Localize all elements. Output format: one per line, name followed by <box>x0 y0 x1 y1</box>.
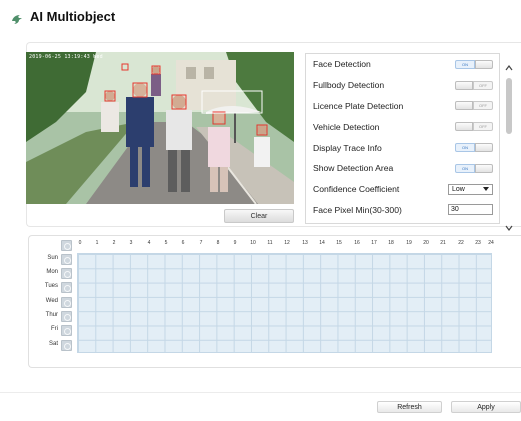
hour-label: 19 <box>406 240 412 246</box>
day-label-tues: Tues <box>44 283 58 289</box>
hour-label: 16 <box>354 240 360 246</box>
toggle-state-text: OFF <box>479 82 487 88</box>
dolphin-logo-icon <box>12 15 22 24</box>
hour-label: 7 <box>199 240 203 246</box>
setting-licence-plate-detection: Licence Plate Detection OFF <box>306 96 499 117</box>
hour-label: 18 <box>388 240 394 246</box>
detection-settings-list: Face Detection ON Fullbody Detection OFF… <box>305 53 500 224</box>
confidence-coefficient-value: Low <box>452 185 465 193</box>
select-all-icon[interactable] <box>61 240 72 251</box>
page-title: AI Multiobject <box>30 8 116 24</box>
select-day-icon-sat[interactable] <box>61 340 72 351</box>
show-detection-area-toggle[interactable]: ON <box>455 163 493 173</box>
display-trace-info-toggle[interactable]: ON <box>455 143 493 153</box>
hour-label: 22 <box>458 240 464 246</box>
fullbody-detection-toggle[interactable]: OFF <box>455 80 493 90</box>
clear-button[interactable]: Clear <box>224 209 294 223</box>
select-day-icon-sun[interactable] <box>61 254 72 265</box>
page-header: AI Multiobject <box>10 6 115 26</box>
footer-divider <box>0 392 521 393</box>
confidence-coefficient-label: Confidence Coefficient <box>313 184 400 195</box>
hour-label: 5 <box>164 240 168 246</box>
chevron-down-icon <box>483 187 489 192</box>
hour-label: 6 <box>181 240 185 246</box>
select-day-icon-fri[interactable] <box>61 325 72 336</box>
refresh-button[interactable]: Refresh <box>377 401 442 413</box>
hour-label: 9 <box>233 240 237 246</box>
apply-button[interactable]: Apply <box>451 401 521 413</box>
setting-face-detection: Face Detection ON <box>306 54 499 75</box>
hour-label: 3 <box>129 240 133 246</box>
hour-label: 11 <box>267 240 273 246</box>
licence-plate-detection-label: Licence Plate Detection <box>313 100 404 111</box>
setting-fullbody-detection: Fullbody Detection OFF <box>306 75 499 96</box>
display-trace-info-label: Display Trace Info <box>313 142 382 153</box>
fullbody-detection-label: Fullbody Detection <box>313 80 385 91</box>
scrollbar-thumb[interactable] <box>506 78 512 134</box>
chevron-up-icon[interactable] <box>505 64 513 72</box>
hour-label: 15 <box>336 240 342 246</box>
hour-label: 24 <box>488 240 494 246</box>
toggle-state-text: ON <box>462 165 468 171</box>
hour-label: 21 <box>440 240 446 246</box>
setting-confidence-coefficient: Confidence Coefficient Low <box>306 179 499 200</box>
select-day-icon-wed[interactable] <box>61 297 72 308</box>
hour-label: 13 <box>302 240 308 246</box>
face-pixel-min-input[interactable] <box>448 204 493 216</box>
chevron-down-icon[interactable] <box>505 224 513 232</box>
settings-scrollbar[interactable] <box>503 60 515 231</box>
setting-vehicle-detection: Vehicle Detection OFF <box>306 116 499 137</box>
select-day-icon-thur[interactable] <box>61 311 72 322</box>
select-day-icon-mon[interactable] <box>61 268 72 279</box>
face-detection-label: Face Detection <box>313 59 371 70</box>
licence-plate-detection-toggle[interactable]: OFF <box>455 101 493 111</box>
vehicle-detection-toggle[interactable]: OFF <box>455 122 493 132</box>
show-detection-area-label: Show Detection Area <box>313 163 394 174</box>
select-day-icon-tues[interactable] <box>61 282 72 293</box>
schedule-grid[interactable] <box>77 253 492 353</box>
hour-label: 8 <box>216 240 220 246</box>
toggle-state-text: ON <box>462 61 468 67</box>
face-detection-toggle[interactable]: ON <box>455 59 493 69</box>
hour-label: 12 <box>284 240 290 246</box>
video-timestamp: 2019-06-25 13:19:43 Wed <box>29 54 103 60</box>
hour-label: 2 <box>112 240 116 246</box>
setting-face-pixel-min: Face Pixel Min(30-300) <box>306 200 499 221</box>
hour-label: 4 <box>147 240 151 246</box>
day-label-wed: Wed <box>45 298 58 304</box>
face-pixel-min-label: Face Pixel Min(30-300) <box>313 204 402 215</box>
hour-label: 23 <box>475 240 481 246</box>
day-label-sat: Sat <box>48 341 58 347</box>
hour-label: 20 <box>423 240 429 246</box>
vehicle-detection-label: Vehicle Detection <box>313 121 380 132</box>
day-label-fri: Fri <box>51 326 58 332</box>
video-preview[interactable]: 2019-06-25 13:19:43 Wed <box>26 52 294 204</box>
toggle-state-text: OFF <box>479 124 487 130</box>
day-label-sun: Sun <box>47 255 58 261</box>
hour-label: 10 <box>250 240 256 246</box>
hour-label: 14 <box>319 240 325 246</box>
toggle-state-text: ON <box>462 145 468 151</box>
hour-label: 17 <box>371 240 377 246</box>
day-label-mon: Mon <box>46 269 58 275</box>
day-label-thur: Thur <box>45 312 58 318</box>
toggle-state-text: OFF <box>479 103 487 109</box>
confidence-coefficient-select[interactable]: Low <box>448 183 493 195</box>
setting-display-trace-info: Display Trace Info ON <box>306 137 499 158</box>
setting-show-detection-area: Show Detection Area ON <box>306 158 499 179</box>
hour-label: 0 <box>78 240 82 246</box>
hour-label: 1 <box>95 240 99 246</box>
